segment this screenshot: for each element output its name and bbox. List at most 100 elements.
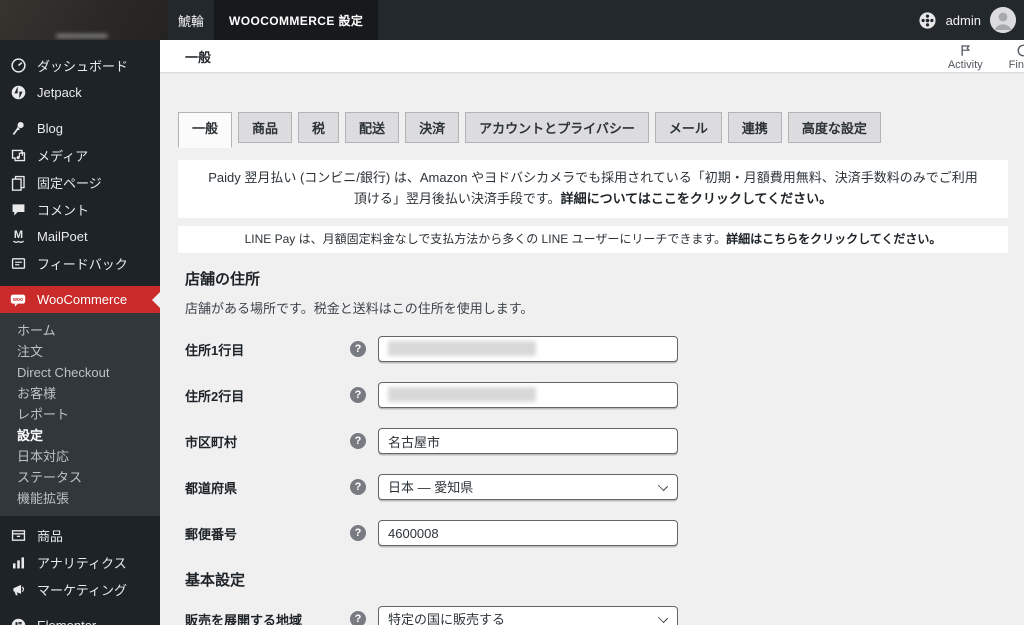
sidebar-item-label: フィードバック: [37, 257, 128, 272]
activity-button[interactable]: Activity: [948, 43, 983, 71]
sidebar-item-marketing[interactable]: マーケティング: [0, 576, 160, 603]
sidebar-item-label: WooCommerce: [37, 292, 128, 307]
sidebar-item-label: アナリティクス: [37, 556, 127, 571]
help-icon[interactable]: ?: [350, 387, 366, 404]
address2-label: 住所2行目: [185, 388, 245, 404]
avatar[interactable]: [990, 7, 1016, 33]
form-row-address2: 住所2行目 ?: [178, 372, 1008, 418]
marketing-icon: [9, 581, 27, 599]
sidebar-item-label: 固定ページ: [37, 176, 102, 191]
general-options-heading: 基本設定: [185, 572, 246, 590]
sidebar-item-woocommerce[interactable]: woo WooCommerce: [0, 286, 160, 313]
store-address-description: 店舗がある場所です。税金と送料はこの住所を使用します。: [185, 301, 534, 317]
sidebar-item-jetpack[interactable]: Jetpack: [0, 79, 160, 106]
sidebar-item-label: コメント: [37, 203, 90, 218]
adminbar-site-name[interactable]: 鯱輪: [178, 11, 204, 30]
tab-accounts-privacy[interactable]: アカウントとプライバシー: [465, 112, 649, 143]
sidebar-item-label: メディア: [37, 149, 89, 164]
sidebar-item-pages[interactable]: 固定ページ: [0, 169, 160, 196]
admin-bar: 鯱輪 WOOCOMMERCE 設定 admin: [0, 0, 1024, 40]
feedback-icon: [9, 255, 27, 273]
submenu-item-settings[interactable]: 設定: [0, 425, 160, 446]
sidebar-separator: [0, 277, 160, 286]
media-icon: [9, 147, 27, 165]
progress-circle-icon: [1016, 43, 1024, 58]
paidy-notice: Paidy 翌月払い (コンビニ/銀行) は、Amazon やヨドバシカメラでも…: [178, 160, 1008, 218]
help-icon[interactable]: ?: [350, 611, 366, 625]
admin-sidebar: ダッシュボード Jetpack Blog メディア 固定ページ コメント M M…: [0, 0, 160, 625]
tab-shipping[interactable]: 配送: [345, 112, 400, 143]
store-address-form: 住所1行目 ? 住所2行目 ? 市区町村 ? 名古屋市 都道府県 ? 日本 — …: [178, 326, 1008, 556]
comments-icon: [9, 201, 27, 219]
tab-products[interactable]: 商品: [238, 112, 293, 143]
store-address-heading: 店舗の住所: [185, 271, 261, 289]
woocommerce-helper-wheel-icon[interactable]: [918, 11, 937, 30]
dashboard-icon: [9, 57, 27, 75]
sidebar-separator: [0, 106, 160, 115]
sidebar-item-products[interactable]: 商品: [0, 522, 160, 549]
mailpoet-icon: M: [9, 228, 27, 246]
sidebar-item-analytics[interactable]: アナリティクス: [0, 549, 160, 576]
submenu-item-orders[interactable]: 注文: [0, 341, 160, 362]
help-icon[interactable]: ?: [350, 341, 366, 358]
finish-label: Finish: [1008, 59, 1024, 71]
submenu-item-home[interactable]: ホーム: [0, 320, 160, 341]
adminbar-woocommerce-settings[interactable]: WOOCOMMERCE 設定: [214, 0, 379, 40]
sidebar-item-feedback[interactable]: フィードバック: [0, 250, 160, 277]
selling-location-label: 販売を展開する地域: [185, 612, 303, 625]
linepay-notice-link[interactable]: 詳細はこちらをクリックしてください。: [726, 232, 941, 246]
sidebar-item-label: Elementor: [37, 618, 96, 625]
form-row-address1: 住所1行目 ?: [178, 326, 1008, 372]
submenu-item-status[interactable]: ステータス: [0, 467, 160, 488]
help-icon[interactable]: ?: [350, 433, 366, 450]
sidebar-item-blog[interactable]: Blog: [0, 115, 160, 142]
tab-emails[interactable]: メール: [654, 112, 722, 143]
woocommerce-submenu: ホーム 注文 Direct Checkout お客様 レポート 設定 日本対応 …: [0, 313, 160, 516]
prefecture-select[interactable]: 日本 — 愛知県: [378, 474, 678, 501]
tab-advanced[interactable]: 高度な設定: [787, 112, 881, 143]
sidebar-item-label: Blog: [37, 121, 64, 136]
analytics-icon: [9, 554, 27, 572]
sidebar-item-comments[interactable]: コメント: [0, 196, 160, 223]
linepay-notice-text: LINE Pay は、月額固定料金なしで支払方法から多くの LINE ユーザーに…: [244, 231, 727, 246]
tab-integration[interactable]: 連携: [727, 112, 782, 143]
sidebar-item-mailpoet[interactable]: M MailPoet: [0, 223, 160, 250]
settings-content: 一般 商品 税 配送 決済 アカウントとプライバシー メール 連携 高度な設定 …: [160, 73, 1024, 625]
sidebar-item-label: MailPoet: [37, 229, 88, 244]
city-input[interactable]: [378, 428, 678, 455]
pin-icon: [9, 120, 27, 138]
postcode-input[interactable]: [378, 520, 678, 547]
general-options-form: 販売を展開する地域 ? 特定の国に販売する: [178, 596, 1008, 625]
form-row-city: 市区町村 ?: [178, 418, 1008, 464]
sidebar-item-dashboard[interactable]: ダッシュボード: [0, 52, 160, 79]
sidebar-item-media[interactable]: メディア: [0, 142, 160, 169]
form-row-prefecture: 都道府県 ? 日本 — 愛知県: [178, 464, 1008, 510]
help-icon[interactable]: ?: [350, 479, 366, 496]
submenu-item-japan-support[interactable]: 日本対応: [0, 446, 160, 467]
tab-general[interactable]: 一般: [178, 112, 233, 148]
page-title: 一般: [185, 49, 212, 65]
sidebar-item-elementor[interactable]: Elementor: [0, 612, 160, 625]
tab-tax[interactable]: 税: [298, 112, 340, 143]
redacted-value: [388, 387, 536, 403]
submenu-item-extensions[interactable]: 機能拡張: [0, 488, 160, 509]
sidebar-separator: [0, 603, 160, 612]
postcode-label: 郵便番号: [185, 526, 238, 542]
sidebar-item-label: ダッシュボード: [37, 59, 129, 74]
activity-label: Activity: [947, 59, 983, 71]
finish-setup-button[interactable]: Finish: [1009, 43, 1024, 71]
submenu-item-direct-checkout[interactable]: Direct Checkout: [0, 362, 160, 383]
paidy-notice-link[interactable]: 詳細についてはここをクリックしてください。: [561, 191, 833, 206]
adminbar-username[interactable]: admin: [946, 13, 981, 28]
pages-icon: [9, 174, 27, 192]
svg-text:woo: woo: [12, 297, 23, 303]
help-icon[interactable]: ?: [350, 525, 366, 542]
submenu-item-customers[interactable]: お客様: [0, 383, 160, 404]
settings-tabs: 一般 商品 税 配送 決済 アカウントとプライバシー メール 連携 高度な設定: [178, 112, 1008, 148]
jetpack-icon: [9, 84, 27, 102]
settings-header: 一般 Activity Finish: [160, 40, 1024, 73]
submenu-item-reports[interactable]: レポート: [0, 404, 160, 425]
woocommerce-icon: woo: [9, 291, 27, 309]
tab-payments[interactable]: 決済: [405, 112, 460, 143]
selling-location-select[interactable]: 特定の国に販売する: [378, 606, 678, 625]
